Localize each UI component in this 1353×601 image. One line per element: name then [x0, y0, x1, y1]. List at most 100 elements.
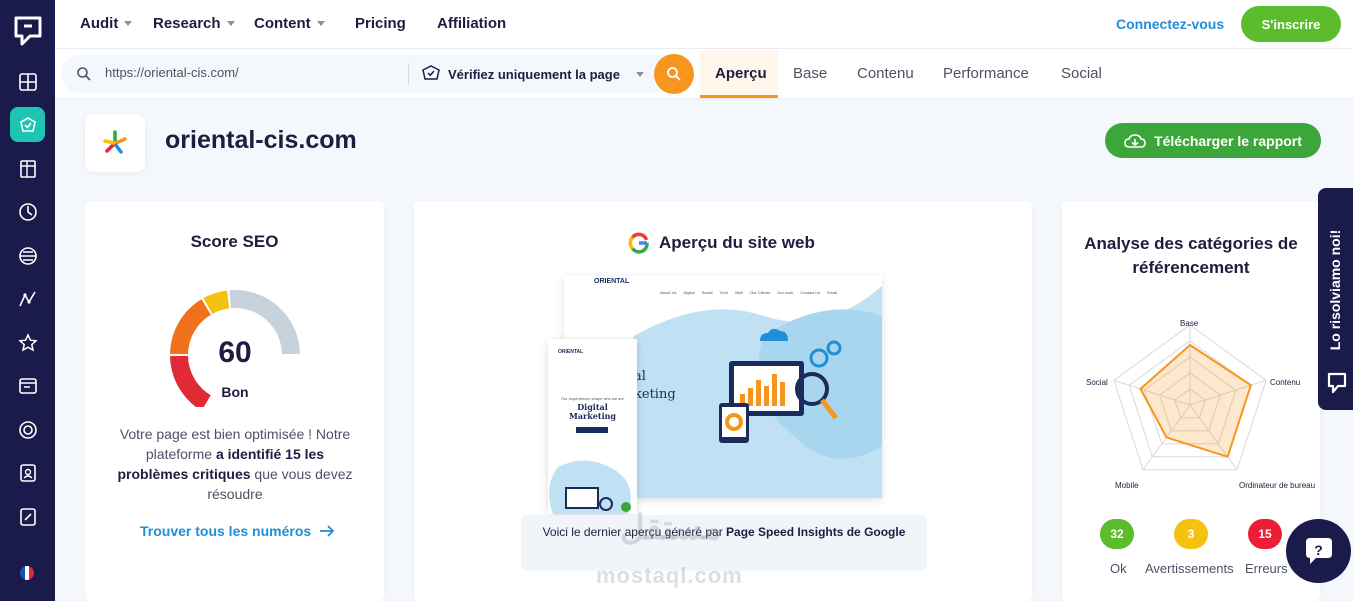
- analytics-icon: [18, 291, 36, 306]
- nav-label: Content: [254, 15, 311, 32]
- google-icon: [628, 232, 649, 254]
- chevron-down-icon: [226, 21, 235, 26]
- sidebar-item-audience[interactable]: [10, 455, 45, 490]
- gauge-segment-good: [203, 290, 230, 315]
- mock-nav-item: Digital: [683, 290, 695, 295]
- nav-label: Research: [153, 15, 221, 32]
- rank-icon: [18, 246, 37, 265]
- mobile-screenshot: ORIENTAL Our experiences shape who we ar…: [548, 339, 637, 514]
- language-flag-icon[interactable]: [20, 566, 34, 580]
- chevron-down-icon[interactable]: [636, 72, 644, 77]
- caption-bold: Page Speed Insights de Google: [726, 525, 906, 539]
- nav-item-pricing[interactable]: Pricing: [355, 15, 406, 32]
- mock-mobile-brand: ORIENTAL: [558, 349, 584, 355]
- site-preview-title: Aperçu du site web: [659, 233, 815, 252]
- tab-apercu[interactable]: Aperçu: [715, 65, 767, 82]
- arrow-right-icon: [320, 525, 335, 537]
- download-report-label: Télécharger le rapport: [1154, 132, 1302, 149]
- mock-nav-item: Email: [827, 290, 838, 295]
- ok-label: Ok: [1110, 561, 1127, 576]
- find-issues-link[interactable]: Trouver tous les numéros: [140, 523, 335, 539]
- chevron-down-icon: [124, 21, 133, 26]
- sidebar-item-backlinks[interactable]: [10, 325, 45, 360]
- login-link[interactable]: Connectez-vous: [1116, 16, 1224, 32]
- mock-nav: About Us Digital Social Tech Web Our Clients O…: [660, 290, 837, 295]
- radar-series-area: [1139, 343, 1253, 459]
- sidebar-item-dashboard[interactable]: [10, 64, 45, 99]
- sidebar-item-seo-checker[interactable]: [10, 107, 45, 142]
- category-analysis-title: Analyse des catégories de référencement: [1084, 234, 1298, 277]
- chat-button[interactable]: ?: [1286, 519, 1351, 583]
- search-icon: [667, 67, 681, 81]
- mock-nav-item: Web: [734, 290, 744, 295]
- radar-label-desktop: Ordinateur de bureau: [1239, 481, 1316, 490]
- sidebar-item-rank[interactable]: [10, 238, 45, 273]
- report-icon: [18, 377, 37, 394]
- seo-score-title: Score SEO: [190, 232, 279, 251]
- error-label: Erreurs: [1245, 561, 1288, 576]
- site-preview-header: Aperçu du site web: [628, 232, 815, 254]
- sidebar-item-pages[interactable]: [10, 151, 45, 186]
- sidebar-item-competitor[interactable]: [10, 412, 45, 447]
- backlinks-icon: [17, 332, 38, 351]
- watermark-arabic: مستقل: [620, 509, 722, 547]
- mock-nav-item: Our Clients: [750, 290, 771, 295]
- site-favicon: [85, 114, 145, 172]
- check-mode-select[interactable]: Vérifiez uniquement la page: [448, 67, 620, 82]
- sidebar-item-analytics[interactable]: [10, 281, 45, 316]
- nav-label: Affiliation: [437, 15, 507, 32]
- search-button[interactable]: [654, 54, 694, 94]
- nav-label: Audit: [80, 15, 119, 32]
- sidebar-item-content[interactable]: [10, 499, 45, 534]
- watermark-latin: mostaql.com: [596, 563, 743, 588]
- mock-brand: ORIENTAL: [594, 278, 630, 285]
- nav-item-audit[interactable]: Audit: [80, 15, 133, 32]
- seo-score-value: 60: [218, 336, 252, 369]
- seo-checker-icon: [19, 116, 36, 132]
- sidebar: [0, 0, 55, 601]
- radar-label-mobile: Mobile: [1115, 481, 1139, 490]
- url-input[interactable]: [105, 65, 395, 80]
- mock-mobile-button: [576, 427, 608, 433]
- chevron-down-icon: [316, 21, 325, 26]
- mock-mobile-heading: Digital Marketing: [568, 402, 617, 421]
- category-radar-chart: [1113, 324, 1267, 471]
- warning-label: Avertissements: [1145, 561, 1234, 576]
- tab-base[interactable]: Base: [793, 65, 827, 82]
- mock-nav-item: About Us: [660, 290, 677, 295]
- audience-icon: [19, 463, 36, 482]
- mock-nav-item: Tech: [719, 290, 728, 295]
- nav-item-affiliation[interactable]: Affiliation: [437, 15, 506, 32]
- seo-score-rating: Bon: [221, 384, 249, 400]
- keyword-icon: [18, 202, 37, 221]
- tab-performance[interactable]: Performance: [943, 65, 1029, 82]
- mock-nav-item: Social: [701, 290, 713, 295]
- cloud-download-icon: [1124, 133, 1146, 148]
- nav-item-content[interactable]: Content: [254, 15, 325, 32]
- signup-button[interactable]: S'inscrire: [1241, 6, 1341, 42]
- seo-score-description: Votre page est bien optimisée ! Notre pl…: [110, 424, 360, 504]
- tab-social[interactable]: Social: [1061, 65, 1102, 82]
- nav-item-research[interactable]: Research: [153, 15, 235, 32]
- sidebar-item-keyword[interactable]: [10, 194, 45, 229]
- site-logo-icon: [103, 130, 127, 154]
- mock-hero-heading: al keting: [634, 369, 676, 402]
- dashboard-icon: [18, 72, 37, 91]
- find-issues-label: Trouver tous les numéros: [140, 523, 312, 539]
- chat-help-label: ?: [1314, 542, 1323, 558]
- ok-count-badge: 32: [1100, 519, 1134, 549]
- error-count-badge: 15: [1248, 519, 1282, 549]
- tab-contenu[interactable]: Contenu: [857, 65, 914, 82]
- sidebar-item-report[interactable]: [10, 368, 45, 403]
- feedback-logo-icon: [1327, 372, 1347, 394]
- mock-nav-item: Contact Us: [800, 290, 821, 295]
- page-title: oriental-cis.com: [165, 126, 357, 154]
- content-icon: [19, 507, 36, 526]
- search-divider: [408, 63, 409, 85]
- radar-label-social: Social: [1086, 378, 1108, 387]
- nav-label: Pricing: [355, 15, 406, 32]
- feedback-label: Lo risolviamo noi!: [1327, 229, 1343, 351]
- download-report-button[interactable]: Télécharger le rapport: [1105, 123, 1321, 158]
- app-logo[interactable]: [10, 12, 46, 48]
- radar-label-base: Base: [1180, 319, 1199, 328]
